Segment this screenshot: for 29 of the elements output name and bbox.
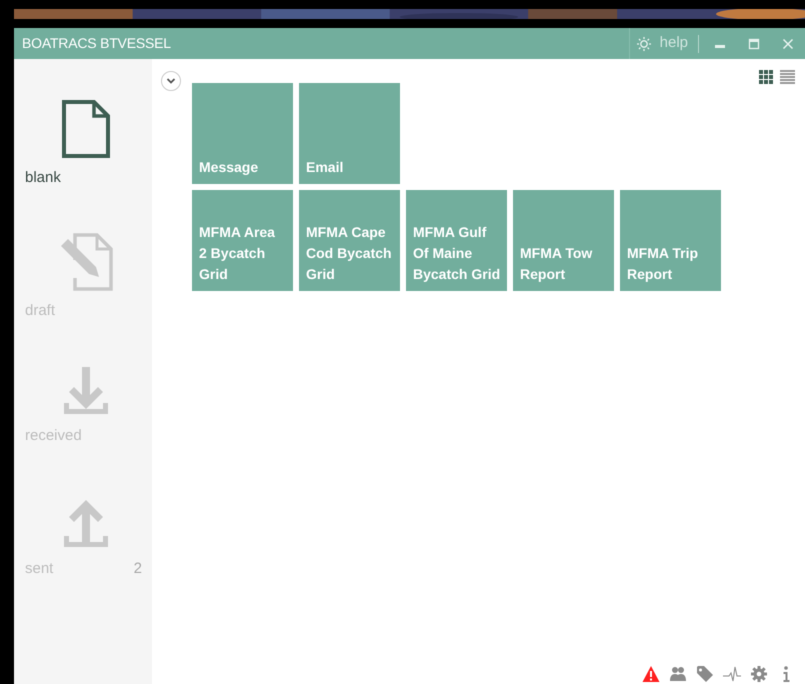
form-tile[interactable]: MFMA Trip Report [620,190,721,291]
window-title: BOATRACS BTVESSEL [22,34,171,53]
close-icon [782,38,794,50]
sidebar-item[interactable]: sent 2 [14,498,152,631]
form-tile[interactable]: MFMA Tow Report [513,190,614,291]
form-tile[interactable]: MFMA Cape Cod Bycatch Grid [299,190,400,291]
brightness-icon [636,36,652,52]
form-tile[interactable]: Message [192,83,293,184]
form-tile[interactable]: MFMA Gulf Of Maine Bycatch Grid [406,190,507,291]
list-icon [780,70,795,84]
grid-view-button[interactable] [759,70,773,84]
form-tile[interactable]: Email [299,83,400,184]
maximize-icon [748,38,760,50]
sidebar-item[interactable]: received [14,365,152,498]
expand-button[interactable] [161,71,181,91]
people-icon[interactable] [669,665,687,683]
chevron-down-icon [166,77,176,85]
pulse-icon[interactable] [723,665,741,683]
warning-icon[interactable] [642,665,660,683]
count-label: 2 [134,559,142,579]
form-tile[interactable]: MFMA Area 2 Bycatch Grid [192,190,293,291]
grid-icon [759,70,773,84]
sidebar-item[interactable]: draft [14,232,152,365]
list-view-button[interactable] [780,70,795,84]
sidebar-item[interactable]: blank [14,99,152,232]
minimize-icon [715,45,725,48]
document-icon [60,99,110,159]
help-button[interactable]: help [630,32,694,55]
tag-icon[interactable] [696,665,714,683]
